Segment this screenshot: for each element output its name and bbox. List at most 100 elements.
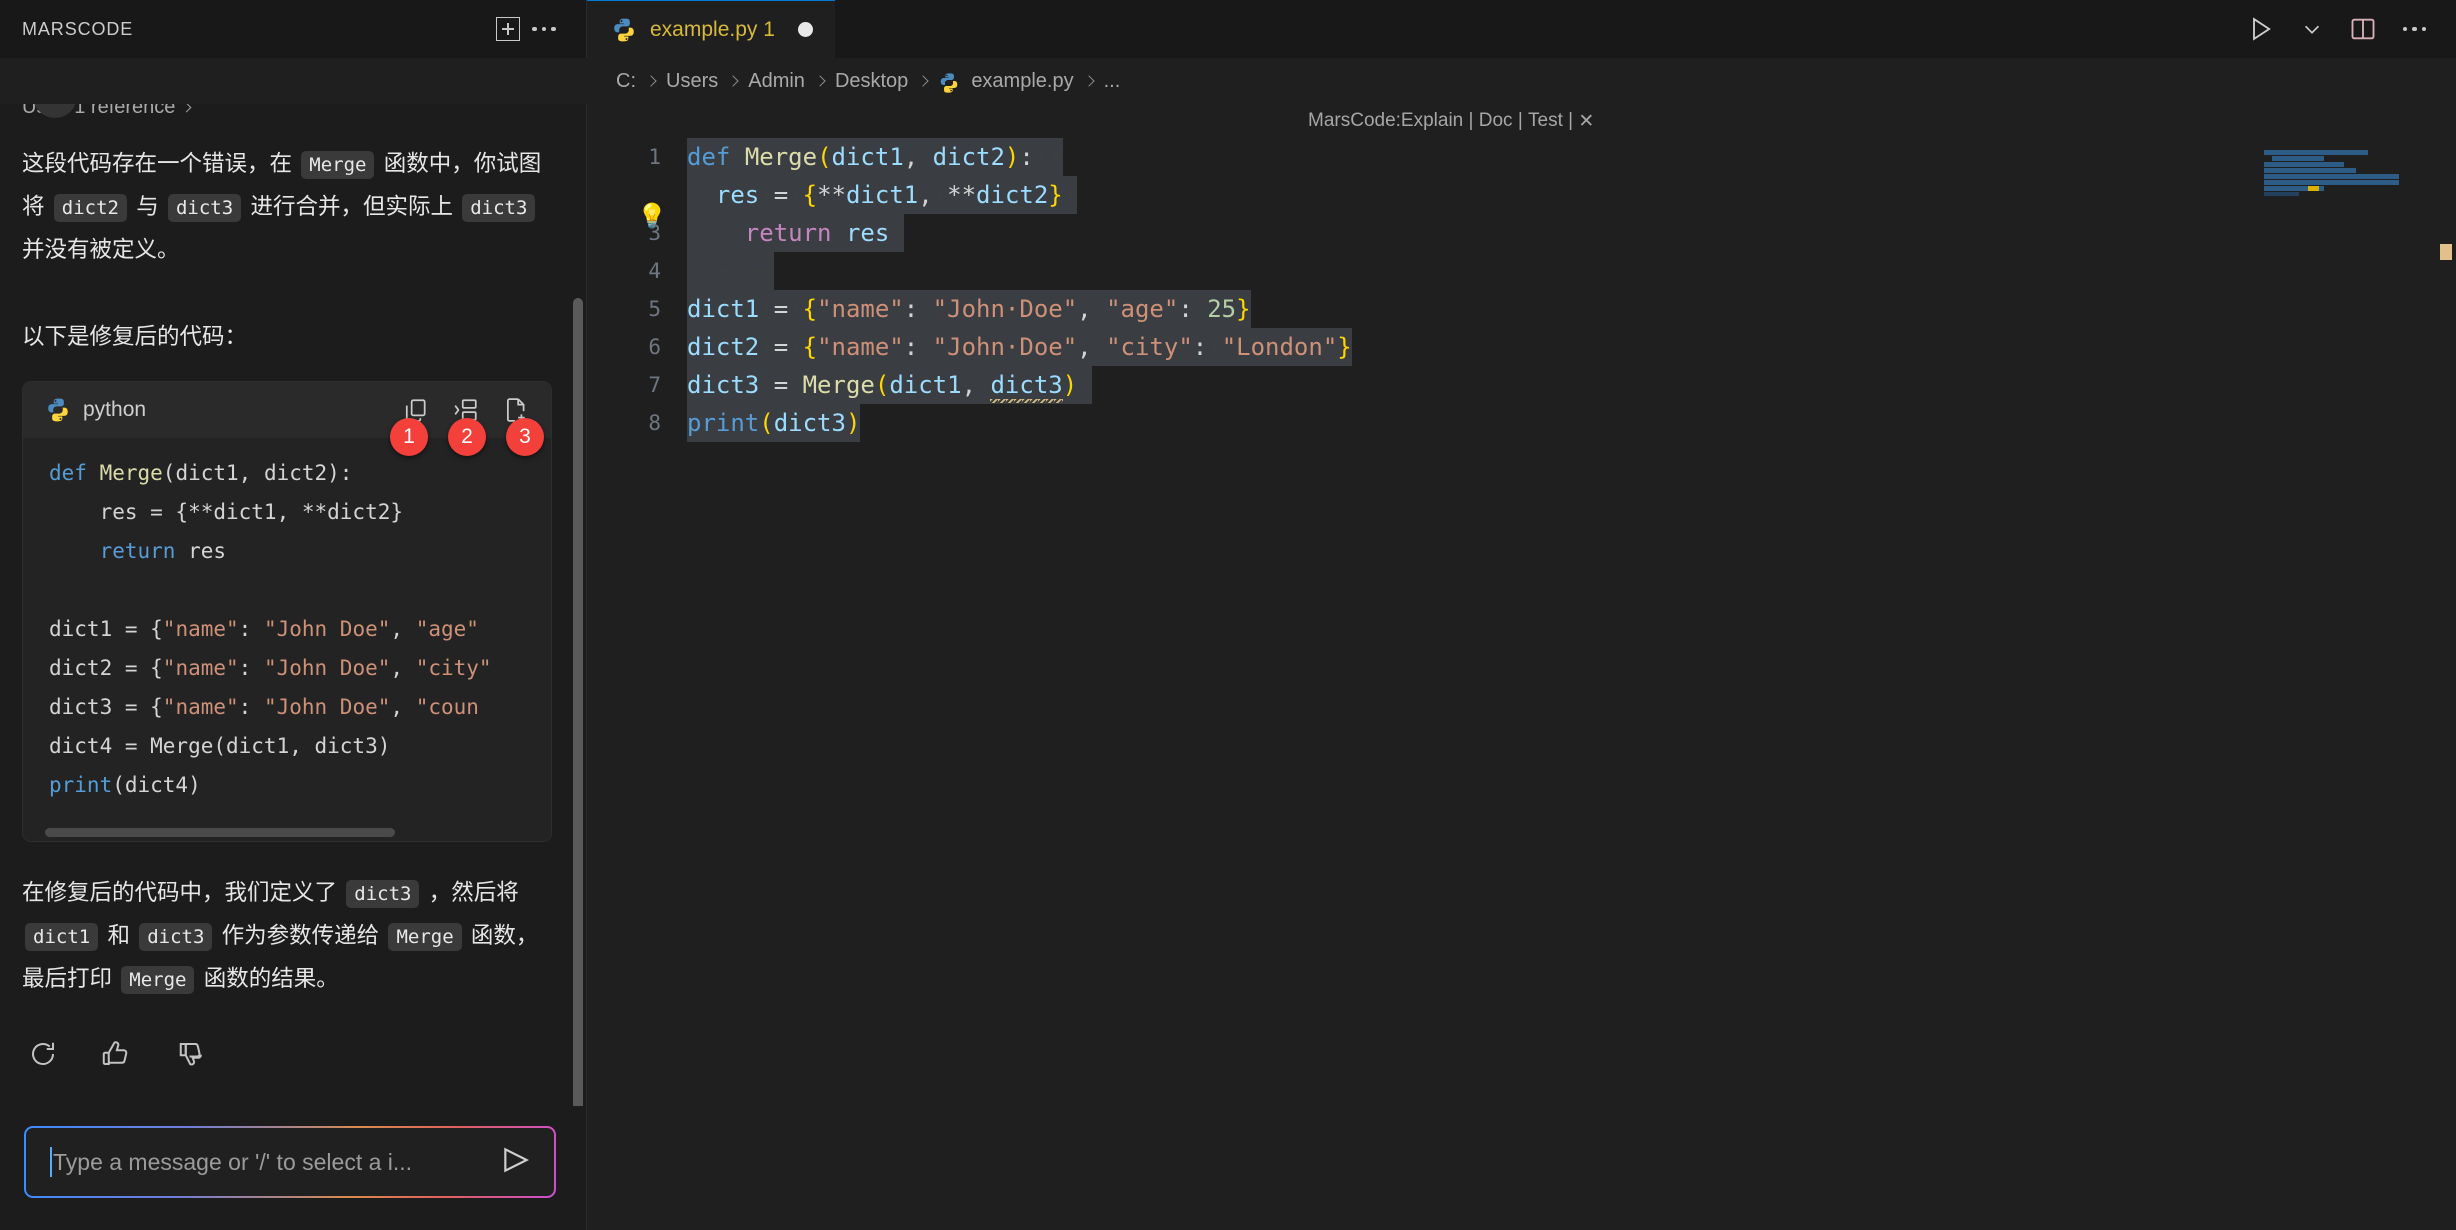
code-block-content: def Merge(dict1, dict2): res = {**dict1,… bbox=[23, 438, 551, 815]
code-language-label: python bbox=[83, 398, 147, 421]
inline-code-chip: Merge bbox=[121, 966, 195, 994]
thumbs-down-button[interactable] bbox=[172, 1039, 202, 1074]
step-badges: 1 2 3 bbox=[390, 418, 544, 456]
editor-line[interactable]: 💡 ··res·=·{**dict1,·**dict2}· bbox=[587, 176, 2456, 230]
code-line: dict3 = {"name": "John Doe", "coun bbox=[49, 695, 479, 719]
breadcrumb: C: Users Admin Desktop example.py ... bbox=[0, 58, 2456, 104]
codelens-doc-action[interactable]: Doc bbox=[1479, 110, 1513, 132]
breadcrumb-item[interactable]: Desktop bbox=[835, 70, 908, 93]
sidebar-title: MARSCODE bbox=[22, 18, 134, 39]
send-button[interactable] bbox=[500, 1144, 532, 1181]
python-icon bbox=[48, 398, 68, 422]
breadcrumb-item[interactable]: Admin bbox=[748, 70, 805, 93]
message-feedback-actions bbox=[22, 1039, 552, 1074]
code-line: print(dict4) bbox=[49, 773, 201, 797]
scrollbar-thumb[interactable] bbox=[45, 828, 395, 837]
codelens-separator: | bbox=[1512, 110, 1529, 131]
composer-input-row[interactable]: Type a message or '/' to select a i... bbox=[26, 1128, 554, 1196]
inline-code-chip: dict3 bbox=[462, 194, 536, 222]
answer-lead-in: 以下是修复后的代码： bbox=[22, 324, 248, 349]
minimap[interactable] bbox=[2264, 138, 2430, 1230]
codelens-separator: | bbox=[1463, 110, 1479, 131]
split-editor-icon bbox=[2351, 18, 2374, 40]
inline-code-chip: Merge bbox=[388, 923, 462, 951]
editor-line[interactable]: 7 dict3·=·Merge(dict1,·dict3)· bbox=[587, 366, 2456, 406]
thumbs-up-button[interactable] bbox=[100, 1039, 130, 1074]
codelens-close-button[interactable]: ✕ bbox=[1578, 110, 1594, 133]
regenerate-button[interactable] bbox=[28, 1039, 58, 1074]
text-caret bbox=[50, 1147, 52, 1177]
code-line: return res bbox=[99, 539, 227, 563]
editor-more-actions-button[interactable] bbox=[2402, 26, 2426, 32]
chat-input-placeholder[interactable]: Type a message or '/' to select a i... bbox=[53, 1149, 500, 1176]
refresh-icon bbox=[32, 1042, 54, 1065]
breadcrumb-item[interactable]: example.py bbox=[971, 70, 1073, 93]
line-content[interactable]: ··res·=·{**dict1,·**dict2}· bbox=[687, 176, 1078, 214]
editor-line[interactable]: 1 def·Merge(dict1,·dict2):·· bbox=[587, 138, 2456, 176]
line-content[interactable]: dict1·=·{"name":·"John·Doe",·"age":·25} bbox=[687, 290, 1251, 328]
line-content[interactable]: print(dict3) bbox=[687, 404, 861, 442]
run-button[interactable] bbox=[2247, 15, 2275, 43]
sidebar-vertical-scrollbar[interactable] bbox=[573, 298, 583, 1106]
editor-line[interactable]: 6 dict2·=·{"name":·"John·Doe",·"city":·"L… bbox=[587, 328, 2456, 366]
run-options-button[interactable] bbox=[2301, 18, 2323, 40]
step-badge: 2 bbox=[448, 418, 486, 456]
editor-line[interactable]: 3 ····return·res· bbox=[587, 214, 2456, 252]
code-line: dict4 = Merge(dict1, dict3) bbox=[49, 734, 391, 758]
line-number: 5 bbox=[648, 297, 661, 321]
line-content[interactable]: dict3·=·Merge(dict1,·dict3)· bbox=[687, 366, 1092, 406]
chevron-right-icon bbox=[814, 75, 826, 87]
line-number: 6 bbox=[648, 335, 661, 359]
chevron-right-icon bbox=[645, 75, 657, 87]
chevron-down-icon bbox=[2304, 25, 2319, 34]
step-badge: 1 bbox=[390, 418, 428, 456]
inline-code-chip: dict2 bbox=[53, 194, 127, 222]
inline-code-chip: Merge bbox=[301, 151, 375, 179]
breadcrumb-item[interactable]: ... bbox=[1104, 70, 1121, 93]
tabbar-spacer bbox=[834, 0, 2247, 58]
code-line: dict1 = {"name": "John Doe", "age" bbox=[49, 617, 479, 641]
codelens-separator: | bbox=[1562, 110, 1579, 131]
line-number: 1 bbox=[648, 145, 661, 169]
inline-code-chip: dict1 bbox=[25, 923, 99, 951]
editor-line[interactable]: 5 dict1·=·{"name":·"John·Doe",·"age":·25} bbox=[587, 290, 2456, 328]
unsaved-indicator-icon[interactable] bbox=[797, 22, 813, 37]
line-content[interactable]: ······ bbox=[687, 252, 774, 290]
ellipsis-icon bbox=[2402, 26, 2426, 32]
code-block-hscrollbar[interactable] bbox=[23, 825, 551, 841]
play-icon bbox=[2252, 17, 2271, 41]
python-icon bbox=[941, 72, 958, 93]
editor-tab-example-py[interactable]: example.py 1 bbox=[587, 0, 835, 58]
line-content[interactable]: dict2·=·{"name":·"John·Doe",·"city":·"Lo… bbox=[687, 328, 1352, 366]
composer-container: Type a message or '/' to select a i... bbox=[0, 1106, 586, 1230]
ellipsis-icon bbox=[532, 26, 556, 32]
line-number: 4 bbox=[648, 259, 661, 283]
line-number: 3 bbox=[648, 221, 661, 245]
plus-icon bbox=[496, 17, 520, 41]
answer-paragraph-1: 这段代码存在一个错误，在 Merge 函数中，你试图将 dict2 与 dict… bbox=[22, 151, 542, 262]
code-editor-area[interactable]: 1 def·Merge(dict1,·dict2):·· 💡 ··res·=·{**d… bbox=[587, 138, 2456, 1230]
overview-ruler[interactable] bbox=[2430, 138, 2456, 1230]
breadcrumb-item[interactable]: C: bbox=[616, 70, 636, 93]
code-line: res = {**dict1, **dict2} bbox=[49, 500, 404, 524]
inline-code-chip: dict3 bbox=[346, 880, 420, 908]
editor-line[interactable]: 8 print(dict3) bbox=[587, 404, 2456, 442]
line-content[interactable]: ····return·res· bbox=[687, 214, 904, 252]
line-number: 7 bbox=[648, 373, 661, 397]
codelens-explain-action[interactable]: MarsCode:Explain bbox=[1308, 110, 1463, 132]
tab-label: example.py 1 bbox=[650, 17, 775, 41]
editor-line[interactable]: 4 ······ bbox=[587, 252, 2456, 290]
answer-paragraph-2: 在修复后的代码中，我们定义了 dict3 ，然后将 dict1 和 dict3 … bbox=[22, 872, 552, 1001]
marscode-sidebar: MARSCODE Used 1 reference 这段代码存在一个错误，在 M… bbox=[0, 0, 587, 1230]
codelens-test-action[interactable]: Test bbox=[1528, 110, 1563, 132]
split-editor-button[interactable] bbox=[2349, 15, 2377, 43]
editor-pane: example.py 1 C: Users Admin Desktop exam… bbox=[0, 0, 2456, 1230]
code-line: dict2 = {"name": "John Doe", "city" bbox=[49, 656, 492, 680]
new-chat-button[interactable] bbox=[490, 11, 526, 47]
line-number: 8 bbox=[648, 411, 661, 435]
chevron-right-icon bbox=[1082, 75, 1095, 87]
more-actions-button[interactable] bbox=[526, 11, 562, 47]
line-content[interactable]: def·Merge(dict1,·dict2):·· bbox=[687, 138, 1063, 176]
breadcrumb-item[interactable]: Users bbox=[666, 70, 718, 93]
